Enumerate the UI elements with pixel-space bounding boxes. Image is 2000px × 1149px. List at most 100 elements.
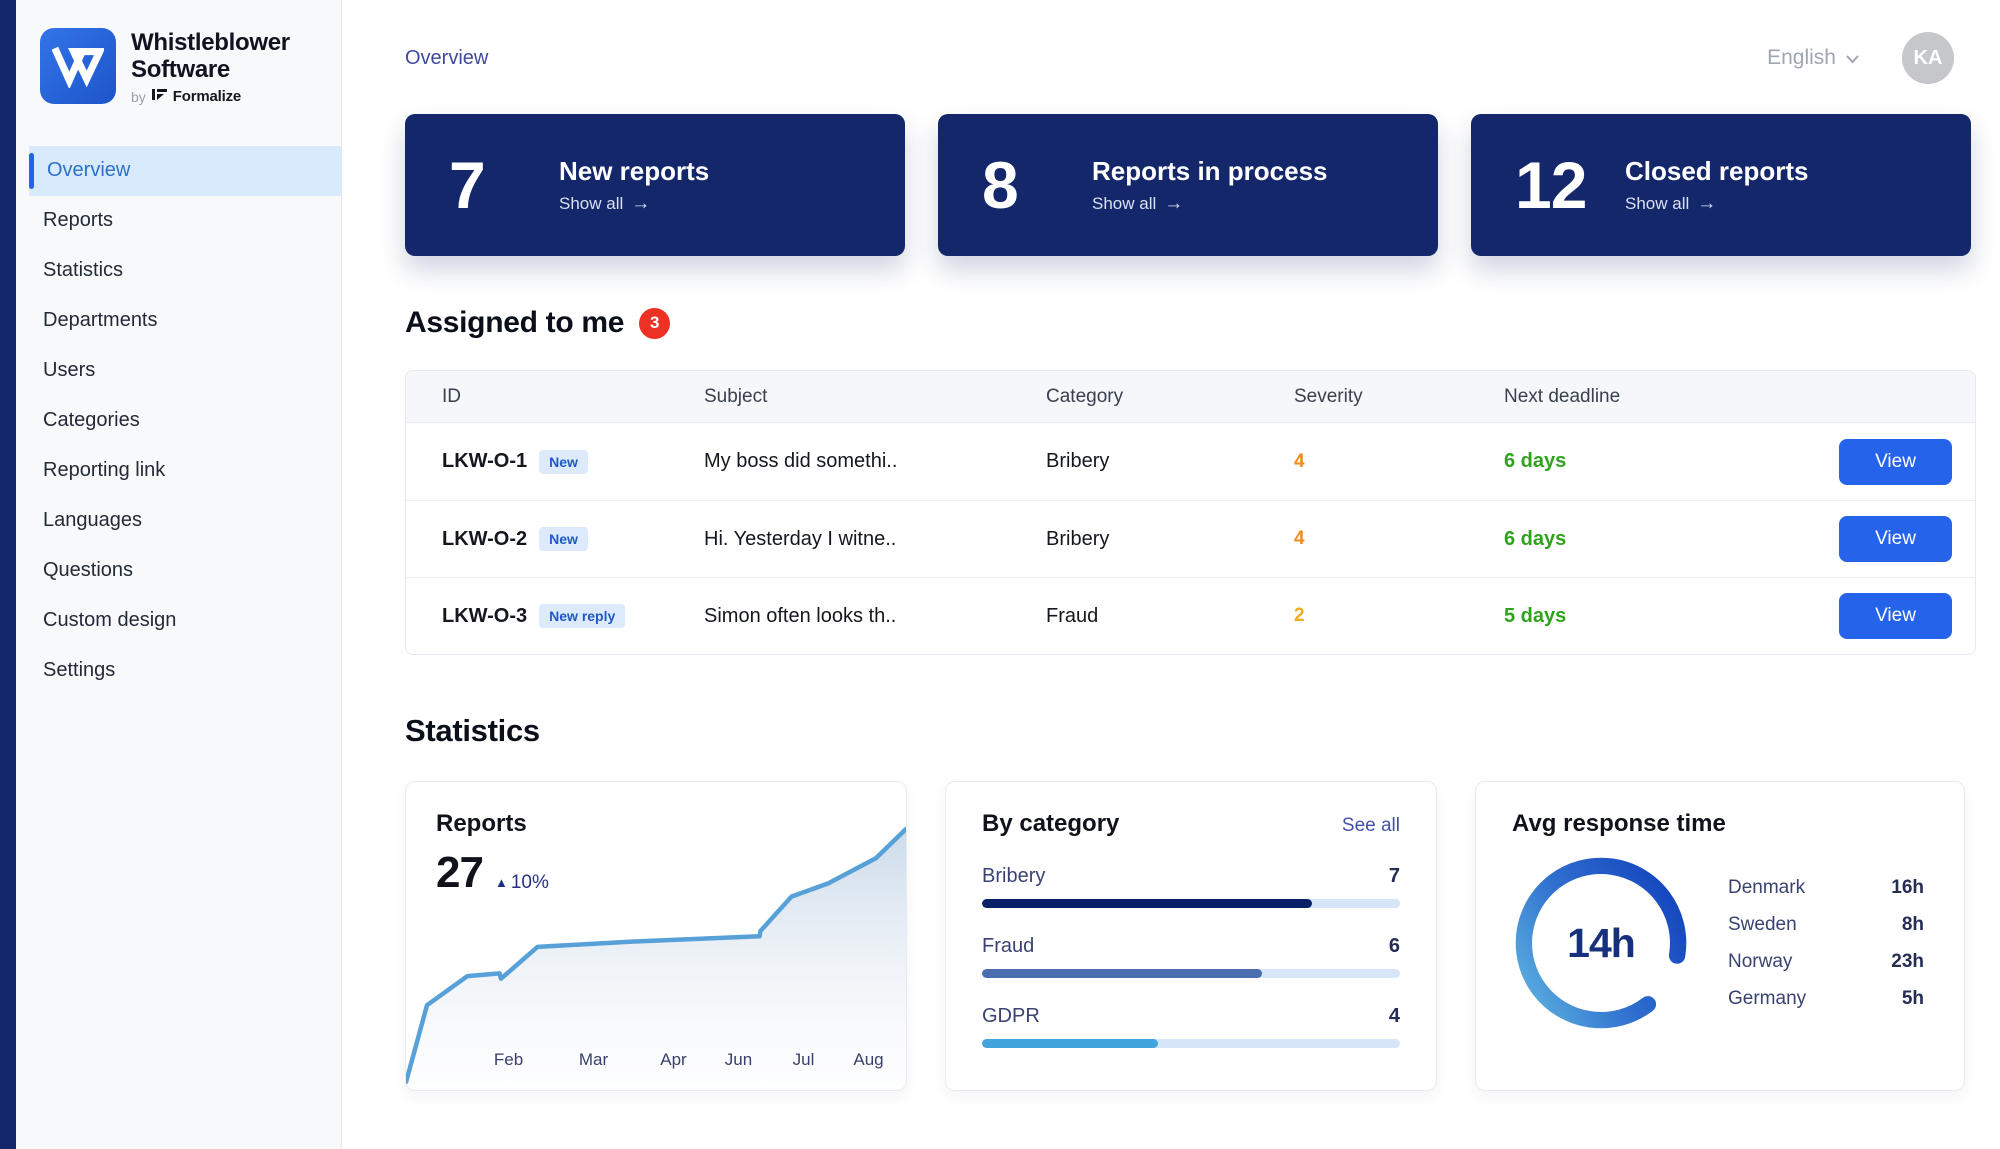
summary-card-new-reports[interactable]: 7 New reports Show all → [405, 114, 905, 256]
category-value: 6 [1389, 935, 1400, 958]
table-row[interactable]: LKW-O-1NewMy boss did somethi..Bribery46… [406, 423, 1975, 500]
whistleblower-logo-icon [40, 28, 116, 104]
response-gauge: 14h [1512, 854, 1690, 1032]
report-id-cell: LKW-O-1New [406, 450, 668, 474]
report-id: LKW-O-1 [442, 450, 527, 473]
topbar: Overview English KA [405, 30, 1976, 86]
x-label-aug: Aug [853, 1050, 883, 1070]
column-header-severity: Severity [1258, 386, 1468, 408]
x-label-jul: Jul [793, 1050, 815, 1070]
report-action-cell: View [1808, 439, 1975, 485]
statistics-cards-row: Reports 27 ▲ 10% [405, 781, 1976, 1091]
view-button[interactable]: View [1839, 516, 1952, 562]
reports-chart-header: Reports 27 ▲ 10% [436, 810, 549, 898]
avg-response-body: 14h Denmark16hSweden8hNorway23hGermany5h [1512, 854, 1928, 1032]
report-severity-cell: 4 [1258, 528, 1468, 550]
x-label-mar: Mar [579, 1050, 608, 1070]
report-category-cell: Bribery [1010, 450, 1258, 473]
sidebar-item-departments[interactable]: Departments [16, 296, 341, 346]
show-all-link[interactable]: Show all→ [1625, 193, 1809, 215]
category-value: 4 [1389, 1005, 1400, 1028]
summary-title: New reports [559, 156, 709, 187]
sidebar-item-custom-design[interactable]: Custom design [16, 596, 341, 646]
topbar-right: English KA [1767, 32, 1976, 84]
show-all-link[interactable]: Show all→ [1092, 193, 1328, 215]
sidebar-item-questions[interactable]: Questions [16, 546, 341, 596]
sidebar-item-languages[interactable]: Languages [16, 496, 341, 546]
response-country-list: Denmark16hSweden8hNorway23hGermany5h [1728, 877, 1928, 1010]
reports-total: 27 [436, 848, 483, 898]
table-row[interactable]: LKW-O-3New replySimon often looks th..Fr… [406, 577, 1975, 654]
avg-response-card: Avg response time [1475, 781, 1965, 1091]
category-row-fraud: Fraud 6 [982, 935, 1400, 978]
chevron-down-icon [1845, 46, 1860, 70]
report-deadline-cell: 6 days [1468, 528, 1808, 551]
category-label: Bribery [982, 865, 1045, 888]
by-category-header: By category See all [982, 810, 1400, 838]
category-row-header: Bribery 7 [982, 865, 1400, 888]
arrow-right-icon: → [1697, 193, 1716, 215]
category-value: 7 [1389, 865, 1400, 888]
report-id-cell: LKW-O-3New reply [406, 604, 668, 628]
reports-total-row: 27 ▲ 10% [436, 848, 549, 898]
category-label: Fraud [982, 935, 1034, 958]
assigned-count-badge: 3 [639, 308, 670, 339]
sidebar-item-settings[interactable]: Settings [16, 646, 341, 696]
statistics-title: Statistics [405, 713, 1976, 749]
main-content: Overview English KA 7 New reports Show all… [342, 0, 2000, 1149]
breadcrumb[interactable]: Overview [405, 47, 488, 70]
report-category-cell: Fraud [1010, 605, 1258, 628]
arrow-right-icon: → [631, 193, 650, 215]
column-header-subject: Subject [668, 386, 1010, 408]
category-bar-track [982, 969, 1400, 978]
summary-title: Closed reports [1625, 156, 1809, 187]
report-severity-cell: 2 [1258, 605, 1468, 627]
summary-count: 7 [449, 147, 527, 223]
by-category-title: By category [982, 810, 1119, 838]
category-bars: Bribery7Fraud6GDPR4 [982, 865, 1400, 1048]
language-selector[interactable]: English [1767, 46, 1860, 70]
table-header-row: IDSubjectCategorySeverityNext deadline [406, 371, 1975, 423]
sidebar-item-reporting-link[interactable]: Reporting link [16, 446, 341, 496]
sidebar-item-categories[interactable]: Categories [16, 396, 341, 446]
country-value: 5h [1902, 988, 1924, 1010]
avatar[interactable]: KA [1902, 32, 1954, 84]
report-subject-cell: Hi. Yesterday I witne.. [668, 528, 1010, 551]
sidebar-nav: OverviewReportsStatisticsDepartmentsUser… [16, 146, 341, 696]
reports-chart-title: Reports [436, 810, 549, 838]
summary-cards-row: 7New reportsShow all→8Reports in process… [405, 114, 1976, 256]
report-category-cell: Bribery [1010, 528, 1258, 551]
view-button[interactable]: View [1839, 593, 1952, 639]
assigned-section-header: Assigned to me 3 [405, 306, 1976, 340]
table-body: LKW-O-1NewMy boss did somethi..Bribery46… [406, 423, 1975, 654]
response-row-germany: Germany5h [1728, 988, 1924, 1010]
reports-change: ▲ 10% [495, 872, 549, 894]
summary-card-closed-reports[interactable]: 12Closed reportsShow all→ [1471, 114, 1971, 256]
country-value: 23h [1891, 951, 1924, 973]
view-button[interactable]: View [1839, 439, 1952, 485]
country-label: Norway [1728, 951, 1792, 973]
sidebar-item-users[interactable]: Users [16, 346, 341, 396]
see-all-link[interactable]: See all [1342, 815, 1400, 837]
category-row-bribery: Bribery 7 [982, 865, 1400, 908]
report-action-cell: View [1808, 516, 1975, 562]
show-all-link[interactable]: Show all → [559, 193, 709, 215]
summary-text: Reports in processShow all→ [1092, 156, 1328, 215]
column-header-next-deadline: Next deadline [1468, 386, 1808, 408]
table-row[interactable]: LKW-O-2NewHi. Yesterday I witne..Bribery… [406, 500, 1975, 577]
app-root: Whistleblower Software by Formalize [0, 0, 2000, 1149]
sidebar-item-statistics[interactable]: Statistics [16, 246, 341, 296]
category-bar-fill [982, 1039, 1158, 1048]
sidebar-item-reports[interactable]: Reports [16, 196, 341, 246]
country-label: Denmark [1728, 877, 1805, 899]
brand-byline: by Formalize [131, 88, 290, 106]
category-bar-track [982, 1039, 1400, 1048]
response-row-sweden: Sweden8h [1728, 914, 1924, 936]
show-all-label: Show all [559, 194, 623, 214]
report-severity-cell: 4 [1258, 451, 1468, 473]
show-all-label: Show all [1092, 194, 1156, 214]
sidebar: Whistleblower Software by Formalize [16, 0, 342, 1149]
summary-text: Closed reports Show all→ [1625, 156, 1809, 215]
sidebar-item-overview[interactable]: Overview [29, 146, 341, 196]
summary-card-reports-in-process[interactable]: 8Reports in processShow all→ [938, 114, 1438, 256]
